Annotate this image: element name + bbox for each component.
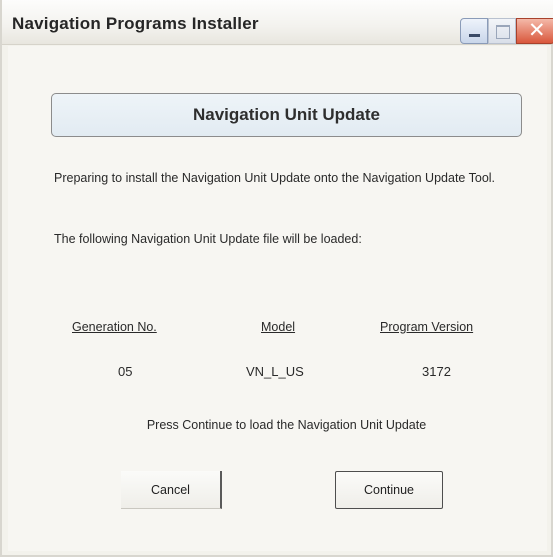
window-title: Navigation Programs Installer	[12, 14, 259, 33]
installer-window: Navigation Programs Installer ✕ Navigati…	[0, 0, 553, 557]
continue-button[interactable]: Continue	[335, 471, 443, 509]
preparing-message: Preparing to install the Navigation Unit…	[54, 171, 496, 185]
maximize-icon	[496, 25, 510, 39]
section-header-title: Navigation Unit Update	[192, 105, 380, 124]
close-button[interactable]: ✕	[516, 18, 553, 44]
minimize-button[interactable]	[460, 18, 488, 44]
section-header: Navigation Unit Update	[51, 93, 522, 137]
model-value: VN_L_US	[246, 364, 304, 379]
model-header: Model	[261, 320, 296, 334]
file-loaded-message: The following Navigation Unit Update fil…	[54, 232, 362, 246]
generation-no-value: 05	[118, 364, 133, 379]
maximize-button[interactable]	[488, 18, 516, 44]
program-version-value: 3172	[422, 364, 451, 379]
continue-prompt: Press Continue to load the Navigation Un…	[146, 418, 427, 432]
program-version-header: Program Version	[380, 320, 474, 334]
minimize-icon	[469, 34, 480, 37]
close-icon: ✕	[528, 19, 546, 42]
generation-no-header: Generation No.	[72, 320, 157, 334]
cancel-button[interactable]: Cancel	[121, 471, 222, 509]
title-bar[interactable]: Navigation Programs Installer ✕	[2, 0, 553, 45]
